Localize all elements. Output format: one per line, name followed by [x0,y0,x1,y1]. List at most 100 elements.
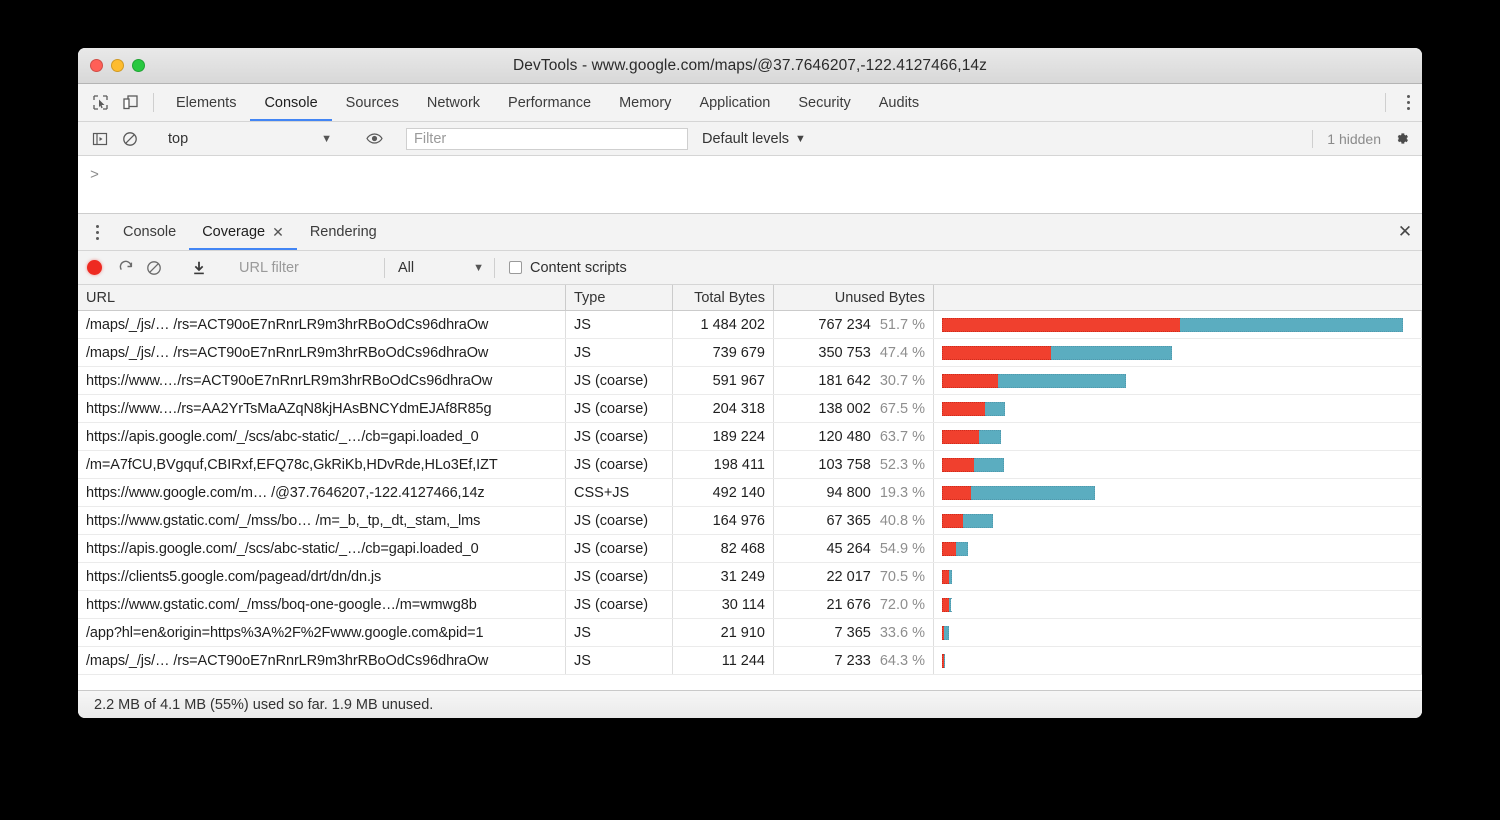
content-scripts-checkbox[interactable] [509,261,522,274]
bar-segment-unused [942,402,985,416]
coverage-bar [942,570,952,584]
table-row[interactable]: https://www.…/rs=ACT90oE7nRnrLR9m3hrRBoO… [78,367,1422,395]
coverage-table-header: URL Type Total Bytes Unused Bytes [78,285,1422,311]
table-row[interactable]: https://www.…/rs=AA2YrTsMaAZqN8kjHAsBNCY… [78,395,1422,423]
table-row[interactable]: https://www.gstatic.com/_/mss/bo… /m=_b,… [78,507,1422,535]
drawer-tab-rendering-label: Rendering [310,224,377,240]
execution-context-select[interactable]: top ▼ [162,131,342,147]
tab-performance[interactable]: Performance [494,84,605,121]
cell-total-bytes: 11 244 [673,647,774,674]
more-options-icon[interactable] [1394,84,1422,121]
table-row[interactable]: https://apis.google.com/_/scs/abc-static… [78,535,1422,563]
coverage-bar [942,514,993,528]
cell-total-bytes: 492 140 [673,479,774,506]
window-titlebar: DevTools - www.google.com/maps/@37.76462… [78,48,1422,84]
console-prompt-arrow: > [90,167,99,184]
cell-total-bytes: 1 484 202 [673,311,774,338]
cell-url: https://www.…/rs=AA2YrTsMaAZqN8kjHAsBNCY… [78,395,566,422]
window-title: DevTools - www.google.com/maps/@37.76462… [78,57,1422,75]
cell-type: JS (coarse) [566,591,673,618]
cell-type: JS (coarse) [566,423,673,450]
drawer-tab-console[interactable]: Console [110,214,189,250]
tab-sources[interactable]: Sources [332,84,413,121]
cell-unused-bytes: 120 48063.7 % [774,423,934,450]
bar-segment-unused [942,458,974,472]
unused-bytes-value: 45 264 [826,541,870,557]
column-header-visualization[interactable] [934,285,1422,310]
bar-segment-used [998,374,1125,388]
export-icon[interactable] [185,260,213,276]
cell-type: JS (coarse) [566,451,673,478]
table-row[interactable]: https://apis.google.com/_/scs/abc-static… [78,423,1422,451]
console-filter-input[interactable]: Filter [406,128,688,150]
cell-type: JS (coarse) [566,367,673,394]
unused-percent-value: 30.7 % [880,373,925,389]
close-drawer-icon[interactable]: ✕ [1388,214,1422,250]
coverage-bar [942,654,945,668]
tab-application[interactable]: Application [685,84,784,121]
device-toolbar-icon[interactable] [115,84,145,121]
cell-total-bytes: 164 976 [673,507,774,534]
clear-console-icon[interactable] [115,131,145,147]
settings-gear-icon[interactable] [1393,130,1410,147]
unused-percent-value: 47.4 % [880,345,925,361]
unused-percent-value: 67.5 % [880,401,925,417]
unused-percent-value: 54.9 % [880,541,925,557]
inspect-element-icon[interactable] [85,84,115,121]
content-scripts-toggle[interactable]: Content scripts [494,258,627,278]
coverage-bar [942,458,1004,472]
record-button[interactable] [87,260,102,275]
column-header-total-bytes[interactable]: Total Bytes [673,285,774,310]
unused-bytes-value: 21 676 [826,597,870,613]
cell-type: CSS+JS [566,479,673,506]
cell-total-bytes: 591 967 [673,367,774,394]
table-row[interactable]: /maps/_/js/… /rs=ACT90oE7nRnrLR9m3hrRBoO… [78,311,1422,339]
column-header-unused-bytes[interactable]: Unused Bytes [774,285,934,310]
coverage-bar [942,542,968,556]
type-filter-select[interactable]: All ▼ [384,258,494,278]
table-row[interactable]: /maps/_/js/… /rs=ACT90oE7nRnrLR9m3hrRBoO… [78,339,1422,367]
log-levels-select[interactable]: Default levels ▼ [702,131,806,147]
live-expression-icon[interactable] [359,130,389,147]
console-sidebar-icon[interactable] [85,131,115,147]
bar-segment-used [956,542,968,556]
cell-type: JS [566,647,673,674]
url-filter-input[interactable]: URL filter [230,260,380,276]
drawer-tab-rendering[interactable]: Rendering [297,214,390,250]
unused-bytes-value: 138 002 [818,401,870,417]
table-row[interactable]: /m=A7fCU,BVgquf,CBIRxf,EFQ78c,GkRiKb,HDv… [78,451,1422,479]
close-icon[interactable]: ✕ [272,224,284,241]
tab-security[interactable]: Security [784,84,864,121]
tab-elements[interactable]: Elements [162,84,250,121]
table-row[interactable]: https://clients5.google.com/pagead/drt/d… [78,563,1422,591]
bar-segment-unused [942,570,949,584]
tab-audits[interactable]: Audits [865,84,933,121]
table-row[interactable]: https://www.gstatic.com/_/mss/boq-one-go… [78,591,1422,619]
drawer-tab-coverage[interactable]: Coverage ✕ [189,214,297,250]
column-header-url[interactable]: URL [78,285,566,310]
console-message-area[interactable]: > [78,156,1422,214]
column-header-type[interactable]: Type [566,285,673,310]
tab-console[interactable]: Console [250,84,331,121]
coverage-bar [942,346,1172,360]
unused-bytes-value: 350 753 [818,345,870,361]
content-scripts-label: Content scripts [530,260,627,276]
tab-network[interactable]: Network [413,84,494,121]
tab-memory[interactable]: Memory [605,84,685,121]
table-row[interactable]: /app?hl=en&origin=https%3A%2F%2Fwww.goog… [78,619,1422,647]
cell-type: JS (coarse) [566,507,673,534]
clear-all-icon[interactable] [140,260,168,276]
table-row[interactable]: /maps/_/js/… /rs=ACT90oE7nRnrLR9m3hrRBoO… [78,647,1422,675]
cell-coverage-bar [934,619,1422,646]
url-filter-placeholder: URL filter [239,260,299,276]
cell-total-bytes: 739 679 [673,339,774,366]
cell-total-bytes: 198 411 [673,451,774,478]
table-row[interactable]: https://www.google.com/m… /@37.7646207,-… [78,479,1422,507]
hidden-messages-count[interactable]: 1 hidden [1312,130,1393,148]
reload-and-start-icon[interactable] [112,260,140,276]
unused-bytes-value: 22 017 [826,569,870,585]
cell-url: https://www.gstatic.com/_/mss/boq-one-go… [78,591,566,618]
cell-type: JS [566,619,673,646]
drawer-more-icon[interactable] [84,214,110,250]
cell-url: https://www.gstatic.com/_/mss/bo… /m=_b,… [78,507,566,534]
